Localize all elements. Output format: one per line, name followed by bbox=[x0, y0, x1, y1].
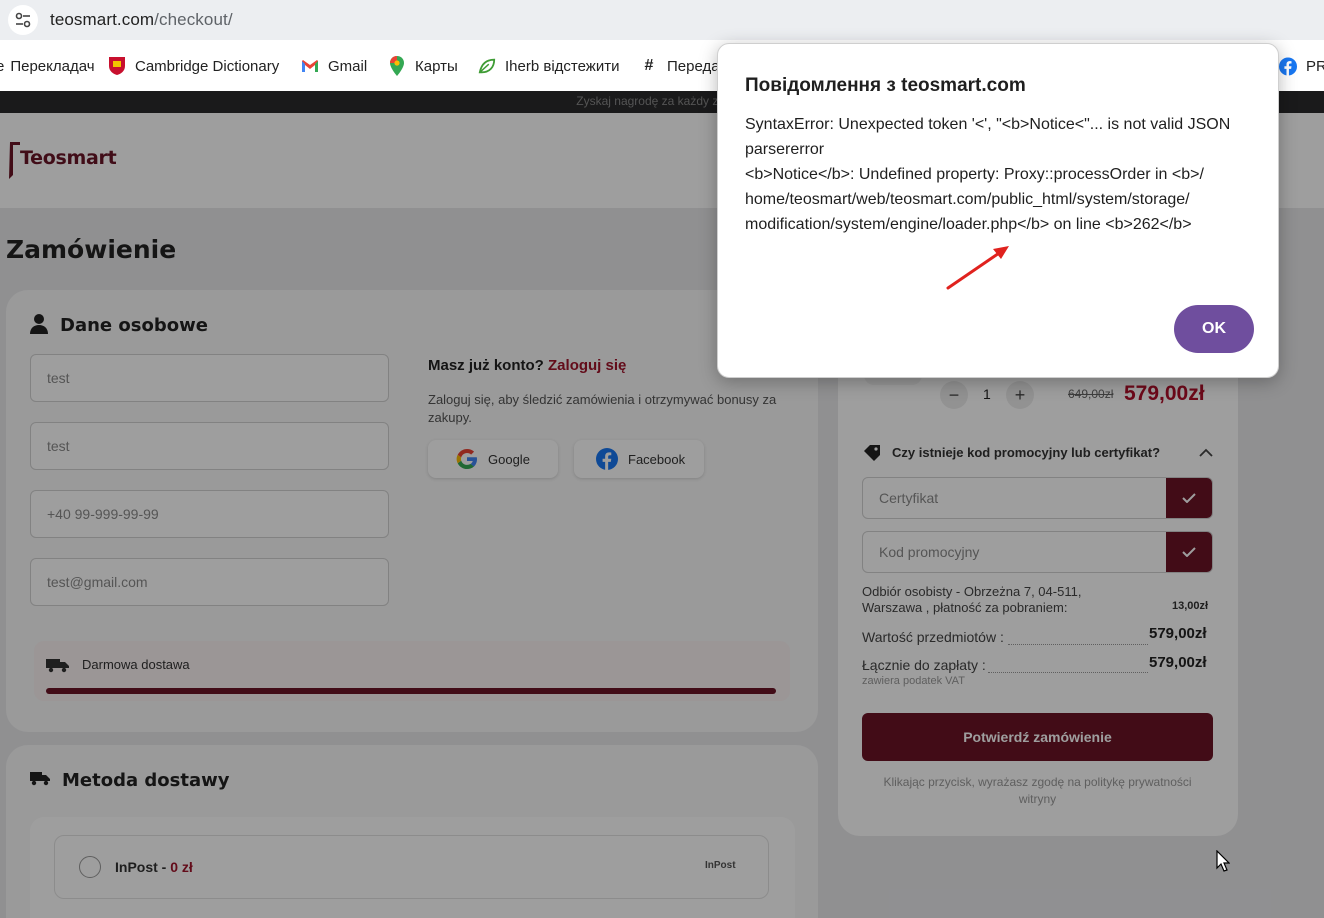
cambridge-shield-icon bbox=[108, 57, 126, 75]
bookmark-translator[interactable]: e Перекладач bbox=[0, 55, 95, 77]
ok-button[interactable]: OK bbox=[1174, 305, 1254, 353]
bookmark-label: Перекладач bbox=[10, 57, 95, 75]
bookmark-label: Cambridge Dictionary bbox=[135, 57, 280, 75]
bookmark-facebook[interactable]: PR bbox=[1279, 55, 1324, 77]
annotation-arrow-icon bbox=[946, 246, 1009, 290]
dialog-line: SyntaxError: Unexpected token '<', "<b>N… bbox=[745, 116, 1231, 133]
mouse-cursor-icon bbox=[1216, 850, 1230, 872]
bookmark-gmail[interactable]: Gmail bbox=[301, 55, 367, 77]
dialog-line: modification/system/engine/loader.php</b… bbox=[745, 216, 1192, 233]
bookmark-hash[interactable]: # Переда bbox=[640, 55, 720, 77]
hash-icon: # bbox=[644, 57, 654, 74]
bookmark-label: Карты bbox=[415, 57, 458, 75]
bookmark-label: Gmail bbox=[328, 57, 368, 75]
address-bar[interactable]: teosmart.com/checkout/ bbox=[0, 0, 1324, 40]
bookmark-label: Iherb відстежити bbox=[505, 57, 620, 75]
bookmark-cambridge[interactable]: Cambridge Dictionary bbox=[108, 55, 279, 77]
url-domain: teosmart.com bbox=[50, 10, 155, 29]
url-path: /checkout/ bbox=[154, 10, 233, 29]
dialog-line: parsererror bbox=[745, 141, 825, 158]
dialog-line: <b>Notice</b>: Undefined property: Proxy… bbox=[745, 166, 1204, 183]
bookmark-label: PR bbox=[1306, 57, 1324, 75]
url-text[interactable]: teosmart.com/checkout/ bbox=[50, 10, 233, 30]
bookmark-maps[interactable]: Карты bbox=[388, 55, 458, 77]
bookmark-label: Переда bbox=[667, 57, 720, 75]
gmail-icon bbox=[301, 57, 319, 75]
site-info-icon[interactable] bbox=[8, 5, 38, 35]
facebook-icon bbox=[1279, 57, 1297, 75]
alert-dialog: Повідомлення з teosmart.com SyntaxError:… bbox=[717, 43, 1279, 378]
iherb-leaf-icon bbox=[478, 57, 496, 75]
dialog-message: SyntaxError: Unexpected token '<', "<b>N… bbox=[745, 112, 1255, 237]
dialog-title: Повідомлення з teosmart.com bbox=[745, 75, 1026, 96]
maps-pin-icon bbox=[388, 56, 406, 76]
bookmark-iherb[interactable]: Iherb відстежити bbox=[478, 55, 619, 77]
dialog-line: home/teosmart/web/teosmart.com/public_ht… bbox=[745, 191, 1190, 208]
